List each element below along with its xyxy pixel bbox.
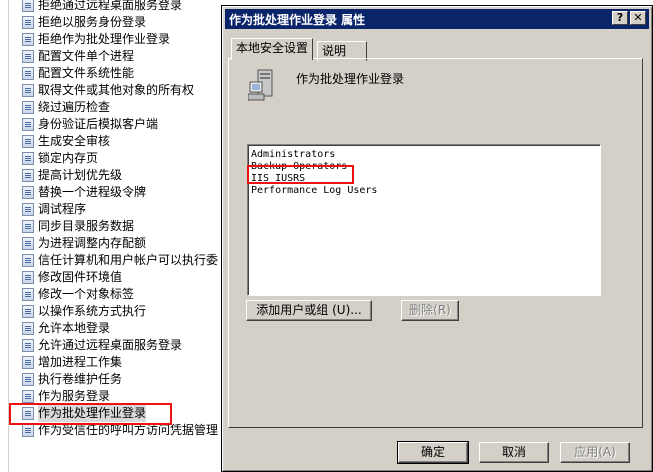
policy-icon (22, 0, 34, 12)
policy-icon (22, 203, 34, 216)
list-item[interactable]: 执行卷维护任务 (22, 371, 222, 388)
list-item[interactable]: 以操作系统方式执行 (22, 303, 222, 320)
policy-icon (22, 16, 34, 29)
list-item[interactable]: 增加进程工作集 (22, 354, 222, 371)
list-item-label: 拒绝通过远程桌面服务登录 (38, 0, 183, 12)
ok-button[interactable]: 确定 (397, 441, 469, 464)
dialog-title: 作为批处理作业登录 属性 (229, 12, 366, 27)
list-item[interactable]: 锁定内存页 (22, 150, 222, 167)
policy-icon (22, 220, 34, 233)
policy-icon (22, 101, 34, 114)
list-item-label: 拒绝作为批处理作业登录 (38, 32, 171, 46)
highlight-box (9, 403, 172, 425)
list-item[interactable]: 提高计划优先级 (22, 167, 222, 184)
list-item-label: 提高计划优先级 (38, 168, 123, 182)
list-item-label: 锁定内存页 (38, 151, 99, 165)
policy-icon (22, 356, 34, 369)
list-item[interactable]: 修改一个对象标签 (22, 286, 222, 303)
list-item-label: 配置文件系统性能 (38, 66, 135, 80)
list-item-label: 取得文件或其他对象的所有权 (38, 83, 195, 97)
tab-local-security-setting[interactable]: 本地安全设置 (231, 38, 314, 60)
list-item[interactable]: 绕过遍历检查 (22, 99, 222, 116)
list-item-label: 信任计算机和用户帐户可以执行委 (38, 253, 219, 267)
list-item[interactable]: 取得文件或其他对象的所有权 (22, 82, 222, 99)
list-item-label: 调试程序 (38, 202, 87, 216)
policy-icon (22, 135, 34, 148)
list-item[interactable]: 调试程序 (22, 201, 222, 218)
policy-icon (22, 288, 34, 301)
policy-icon (22, 33, 34, 46)
policy-icon (22, 339, 34, 352)
list-item-label: 为进程调整内存配额 (38, 236, 147, 250)
list-item[interactable]: 信任计算机和用户帐户可以执行委 (22, 252, 222, 269)
policy-icon (22, 50, 34, 63)
list-item-label: 执行卷维护任务 (38, 372, 123, 386)
remove-button[interactable]: 删除(R) (401, 300, 459, 321)
list-item[interactable]: 替换一个进程级令牌 (22, 184, 222, 201)
list-item-label: 增加进程工作集 (38, 355, 123, 369)
list-item-label: 允许通过远程桌面服务登录 (38, 338, 183, 352)
policy-icon (22, 254, 34, 267)
list-item-label: 拒绝以服务身份登录 (38, 15, 147, 29)
policy-icon (22, 373, 34, 386)
policy-icon (22, 237, 34, 250)
policy-icon (22, 67, 34, 80)
list-item[interactable]: Administrators (251, 149, 335, 161)
properties-dialog: 作为批处理作业登录 属性 ? ✕ 本地安全设置 说明 作为批处理作业登录 Adm… (221, 5, 653, 472)
list-item[interactable]: 允许本地登录 (22, 320, 222, 337)
policy-icon (22, 84, 34, 97)
close-button[interactable]: ✕ (630, 11, 646, 25)
list-item[interactable]: 拒绝通过远程桌面服务登录 (22, 0, 222, 14)
title-bar[interactable]: 作为批处理作业登录 属性 ? ✕ (225, 9, 649, 29)
add-user-button[interactable]: 添加用户或组 (U)... (246, 300, 372, 321)
list-item-label: 身份验证后模拟客户端 (38, 117, 159, 131)
help-button[interactable]: ? (612, 11, 628, 25)
list-item-label: 生成安全审核 (38, 134, 111, 148)
policy-icon (22, 305, 34, 318)
list-item[interactable]: 配置文件单个进程 (22, 48, 222, 65)
list-item[interactable]: 生成安全审核 (22, 133, 222, 150)
list-item[interactable]: 修改固件环境值 (22, 269, 222, 286)
policy-icon (22, 186, 34, 199)
policy-icon (22, 118, 34, 131)
list-item[interactable]: 拒绝作为批处理作业登录 (22, 31, 222, 48)
list-item[interactable]: Performance Log Users (251, 185, 377, 197)
highlight-box (247, 165, 354, 184)
policy-icon (22, 390, 34, 403)
list-item[interactable]: 为进程调整内存配额 (22, 235, 222, 252)
list-item-label: 配置文件单个进程 (38, 49, 135, 63)
list-item[interactable]: 允许通过远程桌面服务登录 (22, 337, 222, 354)
policy-icon (22, 322, 34, 335)
cancel-button[interactable]: 取消 (479, 442, 549, 463)
list-item-label: 修改固件环境值 (38, 270, 123, 284)
list-item[interactable]: 身份验证后模拟客户端 (22, 116, 222, 133)
policy-icon (22, 271, 34, 284)
list-item-label: 修改一个对象标签 (38, 287, 135, 301)
tree-line (8, 0, 9, 472)
policy-list: 拒绝通过远程桌面服务登录 拒绝以服务身份登录拒绝作为批处理作业登录 配置文件单个进程… (0, 0, 222, 472)
list-item[interactable]: 拒绝以服务身份登录 (22, 14, 222, 31)
list-item-label: 替换一个进程级令牌 (38, 185, 147, 199)
list-item-label: 以操作系统方式执行 (38, 304, 147, 318)
policy-icon (22, 424, 34, 437)
list-item-label: 同步目录服务数据 (38, 219, 135, 233)
policy-icon (22, 169, 34, 182)
list-item-label: 允许本地登录 (38, 321, 111, 335)
list-item[interactable]: 同步目录服务数据 (22, 218, 222, 235)
list-item-label: 绕过遍历检查 (38, 100, 111, 114)
computer-icon (248, 69, 273, 101)
policy-icon (22, 152, 34, 165)
list-item[interactable]: 配置文件系统性能 (22, 65, 222, 82)
apply-button[interactable]: 应用(A) (560, 442, 630, 463)
policy-name: 作为批处理作业登录 (296, 72, 405, 86)
